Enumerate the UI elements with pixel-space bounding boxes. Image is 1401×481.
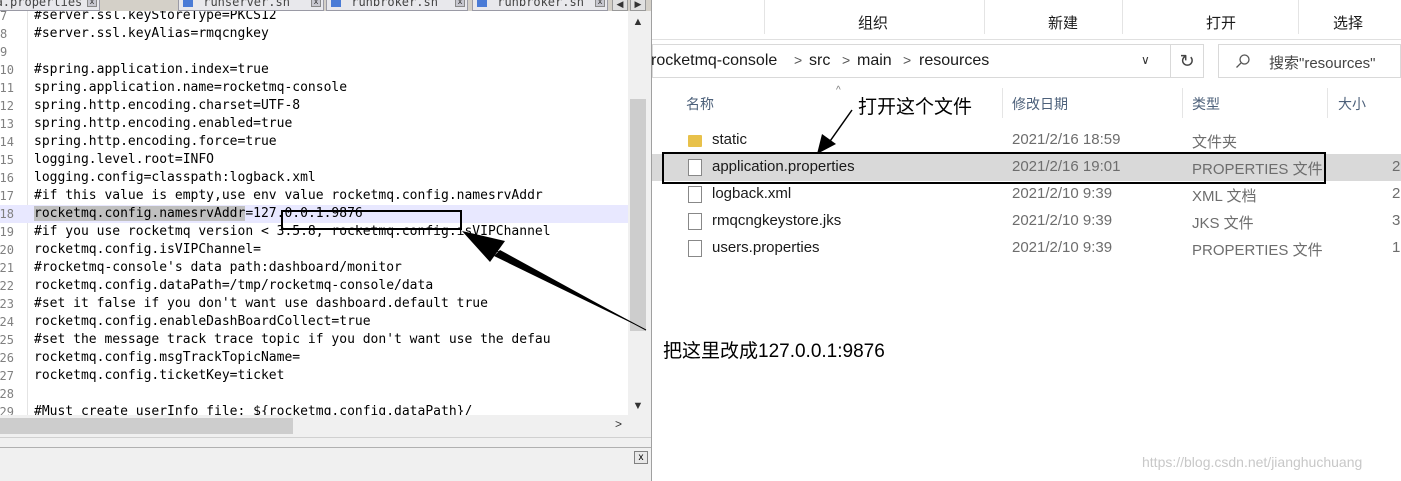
arrow-to-file-icon bbox=[817, 109, 853, 154]
watermark: https://blog.csdn.net/jianghuchuang bbox=[1142, 454, 1363, 470]
annotation-arrows bbox=[462, 109, 853, 331]
arrow-to-value-icon bbox=[462, 231, 647, 331]
